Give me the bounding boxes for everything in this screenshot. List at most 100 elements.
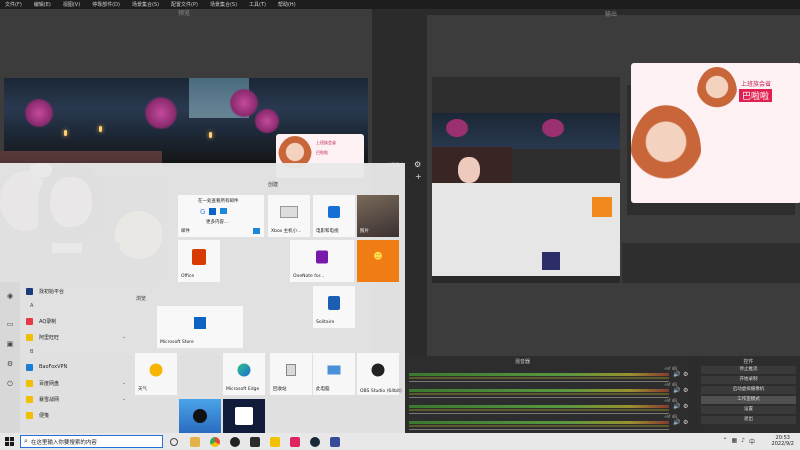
tile-xbox[interactable]: Xbox 主机小... [268,195,310,237]
mini-tile-orange [592,197,612,217]
gear-icon[interactable]: ⚙ [683,371,688,378]
folder-icon [26,379,33,387]
search-placeholder: 在这里输入你要搜索的内容 [30,439,97,446]
mini-flower [542,119,564,137]
menu-item[interactable]: 停靠部件(D) [92,1,120,8]
menu-item[interactable]: 视图(V) [63,1,80,8]
app-list-item[interactable]: AQ录制 [26,315,56,327]
control-button[interactable]: 退出 [701,416,796,424]
menu-item[interactable]: 配置文件(P) [171,1,198,8]
gear-icon[interactable]: ⚙ [683,419,688,426]
network-icon[interactable]: ▦ [731,437,737,446]
control-button[interactable]: 设置 [701,406,796,414]
speaker-icon[interactable]: 🔊 [673,403,680,410]
tile-office[interactable]: Office [178,240,220,282]
app-list-folder[interactable]: 阿里旺旺 ⌄ [26,331,126,343]
speaker-icon[interactable]: 🔊 [673,419,680,426]
settings-icon[interactable]: ⚙ [6,360,14,368]
app-list-label: 便笺 [39,412,50,419]
gear-icon[interactable]: ⚙ [683,387,688,394]
tile-recycle[interactable]: 回收站 [270,353,312,395]
app-list-label: AQ录制 [39,318,57,325]
program-output-capture [432,77,620,283]
tile-mail[interactable]: 在一处查看所有邮件 G 更多内容... 邮件 [178,195,264,237]
mail-app-icons: G [200,208,228,216]
control-button[interactable]: 开始录制 [701,376,796,384]
menu-item[interactable]: 编辑(E) [34,1,51,8]
app-list-item[interactable]: 便笺 [26,409,49,421]
control-button[interactable]: 停止推流 [701,366,796,374]
tile-group-create: 创建 [268,182,279,188]
level-meter-secondary [409,377,669,379]
start-sidebar: ◉ ▭ ▣ ⚙ ⏻ [0,282,20,433]
anime-line2: 巴啦啦 [316,150,328,155]
user-icon[interactable]: ◉ [6,292,14,300]
scene-candle [99,126,102,132]
app-list-item[interactable]: BaoFoxVPN [26,361,67,373]
menu-item[interactable]: 帮助(H) [278,1,296,8]
scene-flower [254,108,280,134]
file-explorer-icon[interactable] [190,437,200,447]
obs-taskbar-icon[interactable] [230,437,240,447]
tile-disney[interactable] [179,399,221,433]
tile-movies[interactable]: 电影和电视 [313,195,355,237]
app-list-folder[interactable]: 百度网盘 ⌄ [26,377,126,389]
tile-photos[interactable]: 照片 [357,195,399,237]
tile-dolby[interactable] [223,399,265,433]
speaker-icon[interactable]: 🔊 [673,371,680,378]
red-app-icon[interactable] [290,437,300,447]
control-button[interactable]: 工作室模式 [701,396,796,404]
task-view-icon[interactable] [170,438,178,446]
shield-app-icon[interactable] [330,437,340,447]
scene-flower [229,88,259,118]
tile-obs[interactable]: OBS Studio (64bit) [357,353,402,395]
tile-solitaire[interactable]: Solitaire [313,286,355,328]
tile-store-label: Microsoft Store [160,340,194,345]
program-pane: 输出 上班族会省 巴啦啦 [427,11,800,356]
menu-item[interactable]: 文件(F) [5,1,22,8]
controls-dock: 控件 停止推流 开始录制 启动虚拟摄像机 工作室模式 设置 退出 [697,356,800,433]
volume-icon[interactable]: ♪ [741,437,745,446]
taskbar-search-box[interactable]: ⌕ 在这里输入你要搜索的内容 [20,435,163,448]
tile-obs-label: OBS Studio (64bit) [360,389,402,394]
volume-slider[interactable] [409,429,669,430]
gear-icon[interactable]: ⚙ [414,160,421,169]
chevron-up-icon[interactable]: ⌃ [722,437,727,446]
menu-item[interactable]: 场景集合(S) [210,1,237,8]
tile-orange-app[interactable]: ☻ [357,240,399,282]
level-meter [409,405,669,408]
tile-xbox-label: Xbox 主机小... [271,229,302,234]
picture-icon[interactable]: ▣ [6,340,14,348]
yellow-app-icon[interactable] [270,437,280,447]
control-button[interactable]: 启动虚拟摄像机 [701,386,796,394]
chrome-icon[interactable] [210,437,220,447]
anime-girl-image [631,105,701,197]
document-icon[interactable]: ▭ [6,320,14,328]
tile-edge[interactable]: Microsoft Edge [223,353,265,395]
tile-recycle-label: 回收站 [273,387,287,392]
tile-onenote[interactable]: OneNote for... [290,240,354,282]
chevron-down-icon: ⌄ [122,380,127,386]
ime-icon[interactable]: 中 [749,437,755,446]
app-list-letter[interactable]: B [30,349,33,355]
outlook-icon [209,208,217,215]
app-list-folder[interactable]: 暴雪战网 ⌄ [26,393,126,405]
tile-store[interactable]: Microsoft Store [157,306,243,348]
windows-start-icon[interactable] [5,437,14,446]
folder-icon [26,395,33,403]
menu-item[interactable]: 工具(T) [249,1,266,8]
app-icon [26,317,33,325]
speaker-icon[interactable]: 🔊 [673,387,680,394]
tile-group-browse: 浏览 [136,296,147,302]
steam-icon[interactable] [310,437,320,447]
clock[interactable]: 20:53 2022/9/2 [772,435,794,447]
tile-weather[interactable]: 天气 [135,353,177,395]
plus-icon[interactable]: + [415,172,422,181]
app-list-item[interactable]: 找初始平台 [26,285,64,297]
power-icon[interactable]: ⏻ [6,380,14,388]
menu-item[interactable]: 场景集合(S) [132,1,159,8]
tile-thispc[interactable]: 此电脑 [313,353,355,395]
app-taskbar-icon[interactable] [250,437,260,447]
gear-icon[interactable]: ⚙ [683,403,688,410]
app-list-letter[interactable]: A [30,303,33,309]
